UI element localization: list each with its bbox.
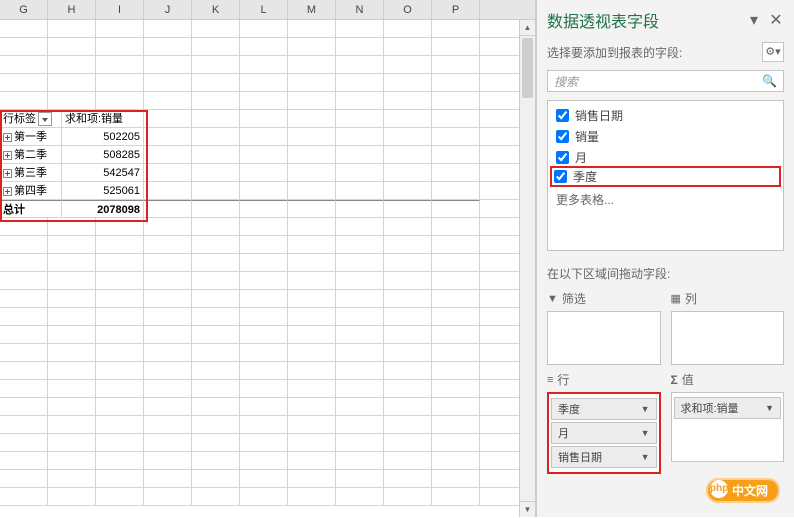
col-header[interactable]: O (384, 0, 432, 19)
chevron-down-icon[interactable]: ▼ (641, 452, 650, 462)
pane-title: 数据透视表字段 (547, 8, 659, 32)
expand-icon[interactable] (3, 187, 12, 196)
pivot-total-label[interactable]: 总计 (0, 200, 62, 217)
rows-area[interactable]: ≡行 季度▼ 月▼ 销售日期▼ (547, 369, 661, 474)
search-input[interactable]: 搜索 🔍 (547, 70, 784, 92)
scroll-down-icon[interactable]: ▼ (520, 501, 535, 517)
field-checkbox[interactable] (556, 151, 569, 164)
pivot-row-label[interactable]: 第二季 (0, 146, 62, 163)
pivot-field-pane: 数据透视表字段 ▾ ✕ 选择要添加到报表的字段: ⚙▾ 搜索 🔍 销售日期 销量… (536, 0, 794, 517)
field-checkbox[interactable] (554, 170, 567, 183)
col-header[interactable]: M (288, 0, 336, 19)
scroll-thumb[interactable] (522, 38, 533, 98)
gear-icon[interactable]: ⚙▾ (762, 42, 784, 62)
columns-area[interactable]: ▦列 (671, 288, 785, 365)
pane-subtitle: 选择要添加到报表的字段: (547, 44, 682, 61)
column-headers: G H I J K L M N O P (0, 0, 535, 20)
sigma-icon: Σ (671, 373, 678, 387)
values-area[interactable]: Σ值 求和项:销量▼ (671, 369, 785, 474)
search-placeholder: 搜索 (554, 73, 578, 90)
values-tag[interactable]: 求和项:销量▼ (674, 397, 782, 419)
field-list[interactable]: 销售日期 销量 月 季度 更多表格... (547, 100, 784, 251)
field-checkbox[interactable] (556, 130, 569, 143)
filter-icon: ▼ (547, 293, 558, 305)
watermark: php 中文网 (706, 478, 780, 503)
more-tables-link[interactable]: 更多表格... (552, 185, 779, 210)
field-item[interactable]: 月 (552, 147, 779, 168)
expand-icon[interactable] (3, 169, 12, 178)
close-icon[interactable]: ✕ (768, 10, 784, 30)
grid-rows[interactable]: 行标签 求和项:销量 第一季 502205 第二季 508285 第三季 542… (0, 20, 535, 506)
col-header[interactable]: I (96, 0, 144, 19)
expand-icon[interactable] (3, 133, 12, 142)
field-item-highlighted[interactable]: 季度 (550, 166, 781, 187)
col-header[interactable]: G (0, 0, 48, 19)
col-header[interactable]: H (48, 0, 96, 19)
rows-icon: ≡ (547, 374, 553, 386)
field-item[interactable]: 销量 (552, 126, 779, 147)
drag-instruction: 在以下区域间拖动字段: (537, 251, 794, 288)
rows-tag[interactable]: 销售日期▼ (551, 446, 657, 468)
pivot-row-label[interactable]: 第四季 (0, 182, 62, 199)
vertical-scrollbar[interactable]: ▲ ▼ (519, 20, 535, 517)
col-header[interactable]: L (240, 0, 288, 19)
col-header[interactable]: P (432, 0, 480, 19)
chevron-down-icon[interactable]: ▼ (765, 403, 774, 413)
field-item[interactable]: 销售日期 (552, 105, 779, 126)
field-checkbox[interactable] (556, 109, 569, 122)
pivot-row-label[interactable]: 第一季 (0, 128, 62, 145)
scroll-up-icon[interactable]: ▲ (520, 20, 535, 36)
spreadsheet-area[interactable]: G H I J K L M N O P 行标签 求和项:销量 第一季 50220… (0, 0, 536, 517)
pivot-value[interactable]: 502205 (62, 128, 144, 145)
pivot-value[interactable]: 508285 (62, 146, 144, 163)
rows-tag[interactable]: 月▼ (551, 422, 657, 444)
chevron-down-icon[interactable]: ▼ (641, 428, 650, 438)
columns-icon: ▦ (671, 292, 681, 305)
pivot-row-label[interactable]: 第三季 (0, 164, 62, 181)
chevron-down-icon[interactable]: ▼ (641, 404, 650, 414)
rows-tag[interactable]: 季度▼ (551, 398, 657, 420)
col-header[interactable]: K (192, 0, 240, 19)
pivot-value[interactable]: 542547 (62, 164, 144, 181)
filter-area[interactable]: ▼筛选 (547, 288, 661, 365)
expand-icon[interactable] (3, 151, 12, 160)
pivot-value[interactable]: 525061 (62, 182, 144, 199)
dropdown-icon[interactable] (38, 112, 52, 126)
pivot-total-value[interactable]: 2078098 (62, 200, 144, 217)
search-icon: 🔍 (762, 74, 777, 88)
col-header[interactable]: J (144, 0, 192, 19)
pivot-row-label-header[interactable]: 行标签 (0, 110, 62, 127)
pivot-value-header[interactable]: 求和项:销量 (62, 110, 144, 127)
col-header[interactable]: N (336, 0, 384, 19)
logo-icon: php (710, 480, 728, 498)
pane-dropdown-icon[interactable]: ▾ (746, 10, 762, 30)
